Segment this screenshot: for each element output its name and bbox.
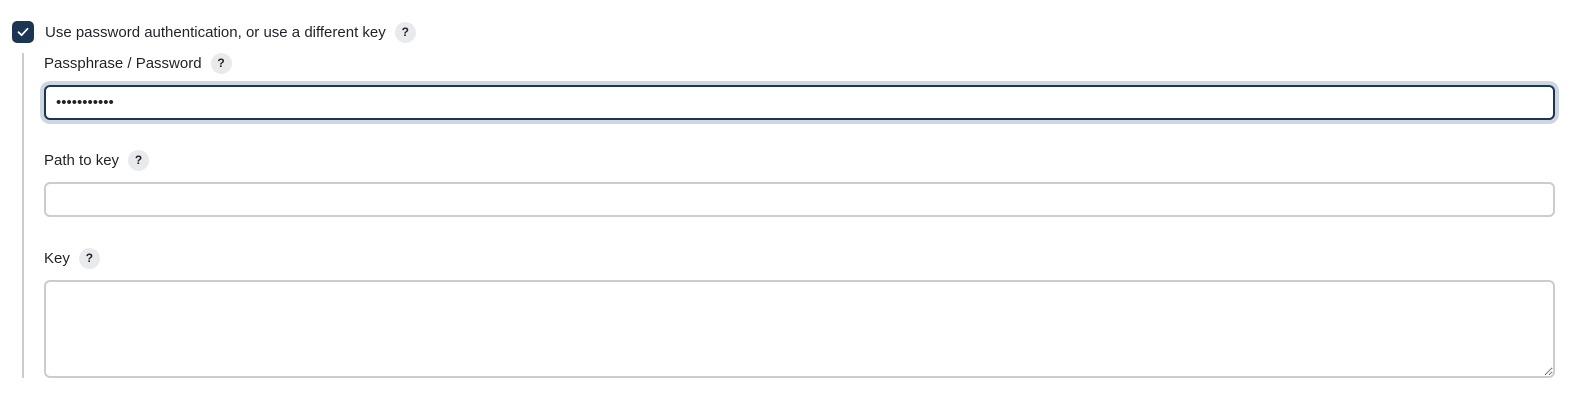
key-help-icon[interactable]: ? xyxy=(78,247,100,269)
key-label: Key xyxy=(44,249,70,267)
passphrase-label: Passphrase / Password xyxy=(44,54,202,72)
key-label-row: Key ? xyxy=(44,247,100,269)
use-password-help-icon[interactable]: ? xyxy=(394,21,416,43)
path-to-key-label: Path to key xyxy=(44,151,120,169)
use-password-row: Use password authentication, or use a di… xyxy=(12,21,416,43)
use-password-checkbox[interactable] xyxy=(12,21,34,43)
key-textarea[interactable] xyxy=(44,280,1555,378)
path-to-key-help-icon[interactable]: ? xyxy=(128,149,150,171)
passphrase-label-row: Passphrase / Password ? xyxy=(44,52,232,74)
use-password-label[interactable]: Use password authentication, or use a di… xyxy=(45,24,386,41)
passphrase-input[interactable] xyxy=(44,85,1555,120)
nested-section-divider xyxy=(22,53,24,378)
check-icon xyxy=(17,27,29,37)
ssh-auth-section: Use password authentication, or use a di… xyxy=(0,0,1589,408)
path-to-key-input[interactable] xyxy=(44,182,1555,217)
path-to-key-label-row: Path to key ? xyxy=(44,149,150,171)
passphrase-help-icon[interactable]: ? xyxy=(210,52,232,74)
